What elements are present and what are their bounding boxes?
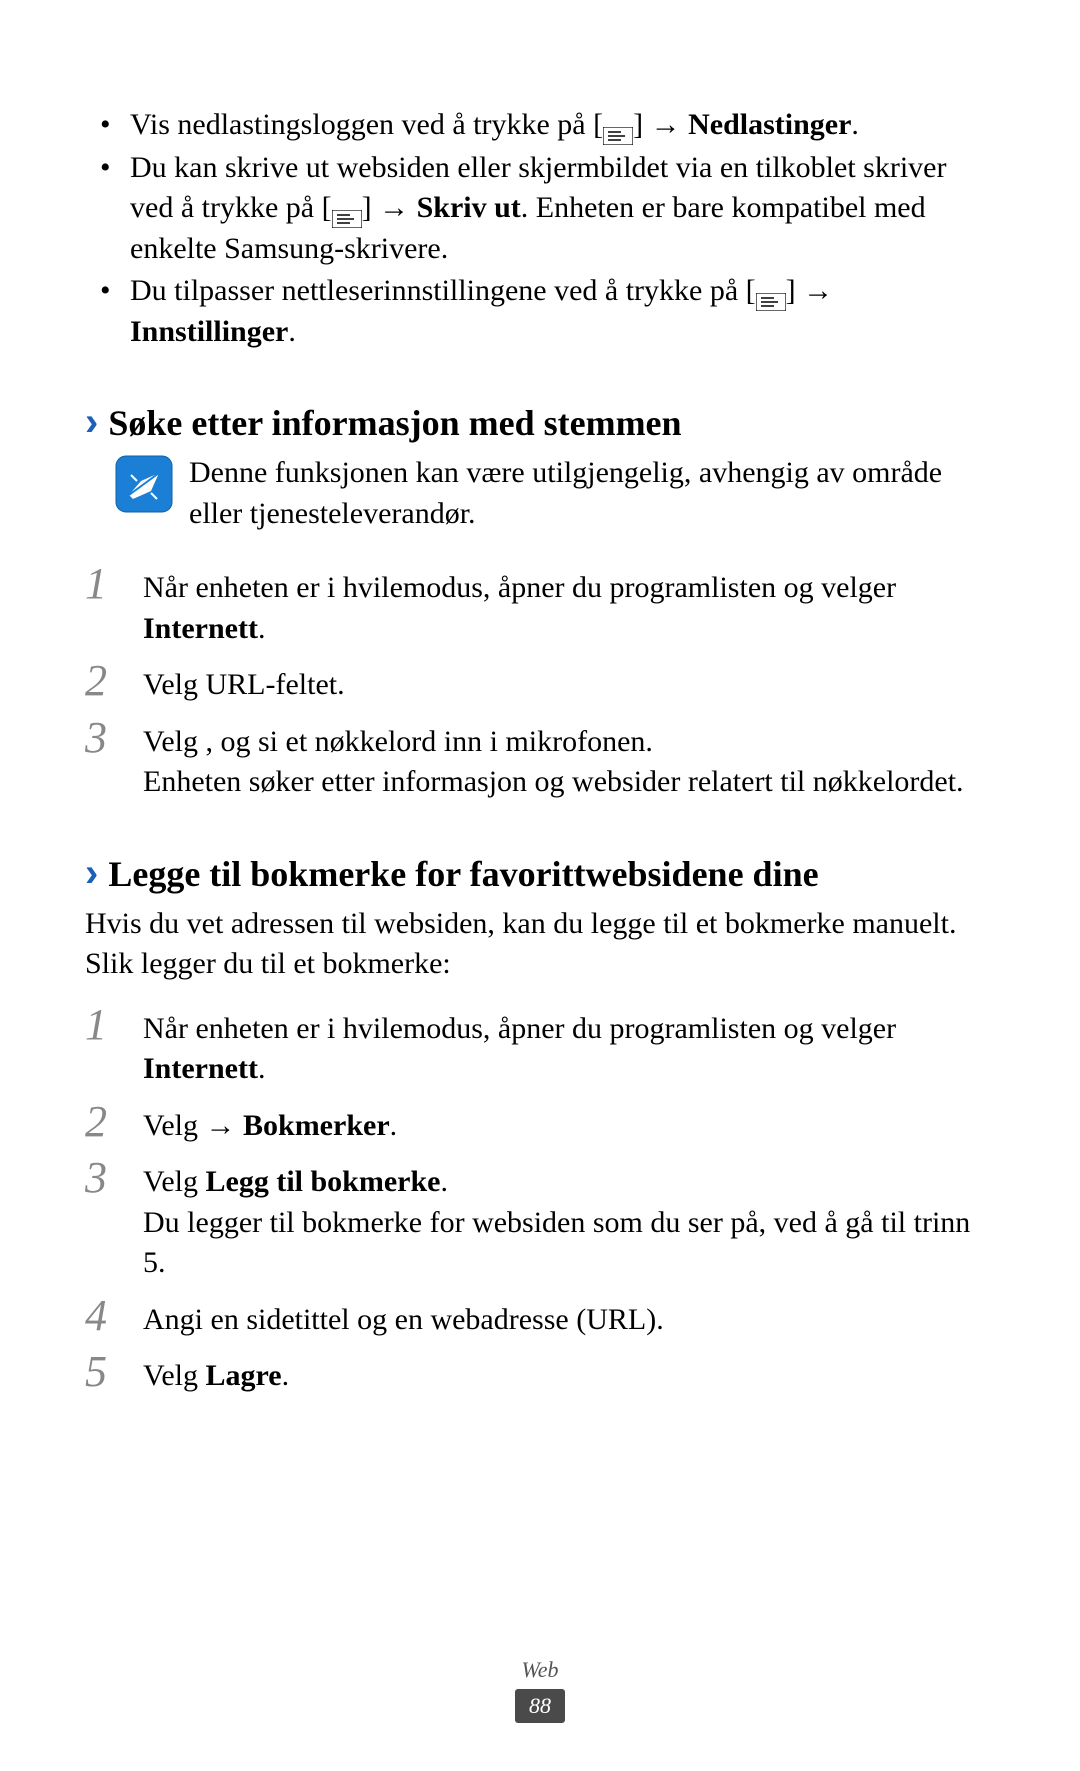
menu-icon: [332, 199, 362, 217]
step-item: 3 Velg Legg til bokmerke. Du legger til …: [85, 1156, 995, 1284]
step-number: 2: [85, 1100, 143, 1144]
step-text: .: [390, 1109, 398, 1142]
bullet-text: Du tilpasser nettleserinnstillingene ved…: [130, 274, 756, 307]
step-body: Velg Legg til bokmerke. Du legger til bo…: [143, 1156, 995, 1284]
step-text: .: [258, 612, 266, 645]
intro-text: Hvis du vet adressen til websiden, kan d…: [85, 904, 995, 985]
step-body: Når enheten er i hvilemodus, åpner du pr…: [143, 562, 995, 649]
step-text: .: [282, 1359, 290, 1392]
step-body: Velg URL-feltet.: [143, 659, 345, 706]
step-bold: Internett: [143, 612, 258, 645]
bullet-bold: Nedlastinger: [688, 108, 851, 141]
step-body: Velg , og si et nøkkelord inn i mikrofon…: [143, 716, 964, 803]
step-number: 4: [85, 1294, 143, 1338]
step-item: 1 Når enheten er i hvilemodus, åpner du …: [85, 562, 995, 649]
steps-list: 1 Når enheten er i hvilemodus, åpner du …: [85, 562, 995, 803]
note-row: Denne funksjonen kan være utilgjengelig,…: [115, 453, 995, 534]
heading-text: Søke etter informasjon med stemmen: [108, 402, 681, 444]
step-body: Velg → Bokmerker.: [143, 1100, 397, 1147]
step-bold: Legg til bokmerke: [206, 1165, 441, 1198]
step-text: Velg URL-feltet.: [143, 668, 345, 701]
section-heading: › Søke etter informasjon med stemmen: [85, 400, 995, 445]
chevron-icon: ›: [85, 851, 98, 896]
step-number: 1: [85, 562, 143, 606]
bullet-bold: Skriv ut: [417, 191, 521, 224]
step-number: 5: [85, 1350, 143, 1394]
bullet-bold: Innstillinger: [130, 315, 288, 348]
step-text: Angi en sidetittel og en webadresse (URL…: [143, 1303, 664, 1336]
step-number: 3: [85, 1156, 143, 1200]
page-number-badge: 88: [515, 1689, 565, 1723]
step-bold: Lagre: [206, 1359, 282, 1392]
footer-section-label: Web: [0, 1657, 1080, 1683]
chevron-icon: ›: [85, 400, 98, 445]
bullet-item: Vis nedlastingsloggen ved å trykke på []…: [100, 105, 995, 146]
bullet-text: Vis nedlastingsloggen ved å trykke på [: [130, 108, 603, 141]
step-item: 1 Når enheten er i hvilemodus, åpner du …: [85, 1003, 995, 1090]
note-icon: [115, 455, 173, 513]
step-text: Velg: [143, 1359, 206, 1392]
bullet-text: ] →: [786, 274, 834, 307]
steps-list: 1 Når enheten er i hvilemodus, åpner du …: [85, 1003, 995, 1397]
heading-text: Legge til bokmerke for favorittwebsidene…: [108, 853, 818, 895]
step-item: 5 Velg Lagre.: [85, 1350, 995, 1397]
bullet-text: .: [288, 315, 296, 348]
step-item: 2 Velg → Bokmerker.: [85, 1100, 995, 1147]
step-extra: Enheten søker etter informasjon og websi…: [143, 765, 964, 798]
step-text: Velg →: [143, 1109, 243, 1142]
step-extra: Du legger til bokmerke for websiden som …: [143, 1206, 970, 1280]
step-item: 3 Velg , og si et nøkkelord inn i mikrof…: [85, 716, 995, 803]
bullet-text: ] →: [362, 191, 417, 224]
step-body: Når enheten er i hvilemodus, åpner du pr…: [143, 1003, 995, 1090]
step-text: .: [258, 1052, 266, 1085]
step-body: Velg Lagre.: [143, 1350, 289, 1397]
step-number: 1: [85, 1003, 143, 1047]
step-number: 3: [85, 716, 143, 760]
bullet-text: .: [851, 108, 859, 141]
note-text: Denne funksjonen kan være utilgjengelig,…: [189, 453, 995, 534]
menu-icon: [603, 116, 633, 134]
bullet-item: Du tilpasser nettleserinnstillingene ved…: [100, 271, 995, 352]
step-text: Når enheten er i hvilemodus, åpner du pr…: [143, 571, 896, 604]
bullet-item: Du kan skrive ut websiden eller skjermbi…: [100, 148, 995, 270]
step-text: Velg , og si et nøkkelord inn i mikrofon…: [143, 725, 653, 758]
menu-icon: [756, 282, 786, 300]
step-item: 2 Velg URL-feltet.: [85, 659, 995, 706]
section-heading: › Legge til bokmerke for favorittwebside…: [85, 851, 995, 896]
bullet-list: Vis nedlastingsloggen ved å trykke på []…: [100, 105, 995, 352]
step-text: Velg: [143, 1165, 206, 1198]
page-footer: Web 88: [0, 1657, 1080, 1723]
step-text: .: [440, 1165, 448, 1198]
step-number: 2: [85, 659, 143, 703]
bullet-text: ] →: [633, 108, 688, 141]
step-body: Angi en sidetittel og en webadresse (URL…: [143, 1294, 664, 1341]
step-text: Når enheten er i hvilemodus, åpner du pr…: [143, 1012, 896, 1045]
step-bold: Bokmerker: [243, 1109, 390, 1142]
step-item: 4 Angi en sidetittel og en webadresse (U…: [85, 1294, 995, 1341]
step-bold: Internett: [143, 1052, 258, 1085]
